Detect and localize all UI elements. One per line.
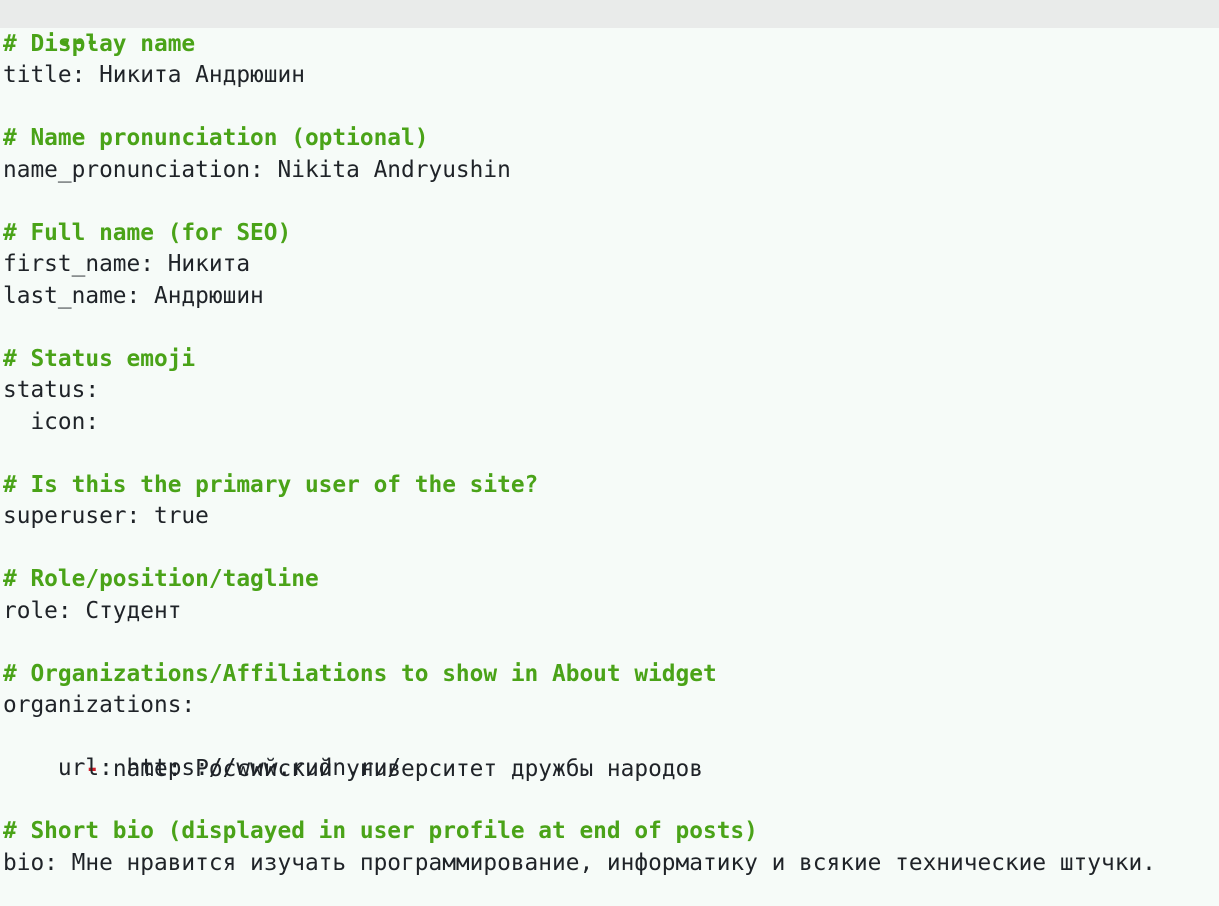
superuser-line[interactable]: superuser: true [3,501,209,533]
frontmatter-delimiter-line[interactable]: --- [0,0,1219,55]
status-line[interactable]: status: [3,375,99,407]
comment-short-bio: # Short bio (displayed in user profile a… [3,818,758,844]
yaml-editor[interactable]: --- # Display name title: Никита Андрюши… [0,0,1219,906]
role-line[interactable]: role: Студент [3,596,181,628]
bio-line[interactable]: bio: Мне нравится изучать программирован… [3,848,1156,880]
title-field-line[interactable]: title: Никита Андрюшин [3,60,305,92]
comment-full-name: # Full name (for SEO) [3,220,292,246]
organization-name-line[interactable]: - name: Российский университет дружбы на… [3,722,703,782]
last-name-line[interactable]: last_name: Андрюшин [3,281,264,313]
first-name-line[interactable]: first_name: Никита [3,249,250,281]
comment-name-pronunciation: # Name pronunciation (optional) [3,125,429,151]
comment-status-emoji: # Status emoji [3,346,196,372]
status-icon-line[interactable]: icon: [3,407,99,439]
comment-organizations: # Organizations/Affiliations to show in … [3,661,717,687]
comment-display-name: # Display name [3,31,196,57]
organization-url-line[interactable]: url: https://www.rudn.ru/ [3,753,401,785]
comment-role: # Role/position/tagline [3,566,319,592]
comment-primary-user: # Is this the primary user of the site? [3,472,539,498]
organizations-line[interactable]: organizations: [3,690,195,722]
name-pronunciation-line[interactable]: name_pronunciation: Nikita Andryushin [3,155,511,187]
